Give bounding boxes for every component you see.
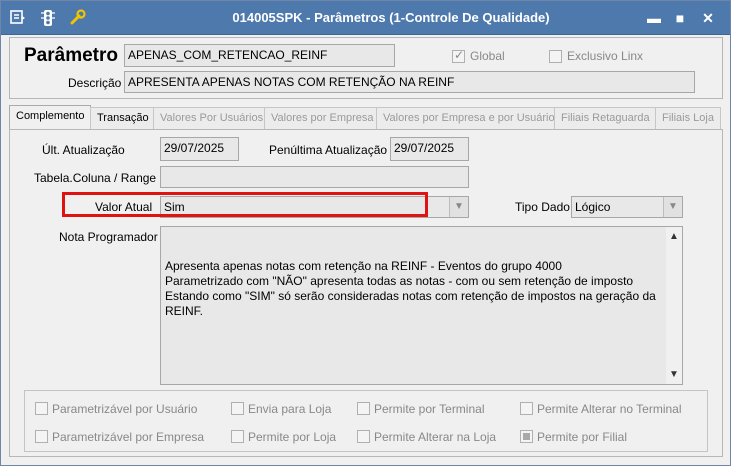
permite-alterar-terminal-checkbox[interactable] — [520, 402, 533, 415]
tabela-coluna-field[interactable] — [160, 166, 469, 188]
permite-alterar-loja-checkbox[interactable] — [357, 430, 370, 443]
wrench-icon[interactable] — [69, 9, 87, 27]
highlight-box — [62, 192, 428, 217]
scroll-up-icon[interactable]: ▲ — [669, 229, 679, 244]
tab-filiais-loja[interactable]: Filiais Loja — [655, 107, 721, 129]
minimize-button[interactable]: ▬ — [643, 8, 665, 28]
chevron-down-icon[interactable]: ▼ — [449, 197, 468, 217]
permite-por-filial-checkbox[interactable] — [520, 430, 533, 443]
filled-indicator-icon — [523, 433, 530, 440]
maximize-button[interactable]: ■ — [669, 8, 691, 28]
tipo-dado-value: Lógico — [575, 200, 611, 214]
global-label: Global — [470, 49, 505, 63]
nota-programador-textarea[interactable]: Apresenta apenas notas com retenção na R… — [160, 226, 683, 385]
parametro-field[interactable]: APENAS_COM_RETENCAO_REINF — [124, 44, 395, 67]
exclusivo-linx-checkbox[interactable] — [549, 50, 562, 63]
tipo-dado-select[interactable]: Lógico ▼ — [571, 196, 683, 218]
parametrizavel-empresa-checkbox[interactable] — [35, 430, 48, 443]
tab-filiais-retaguarda[interactable]: Filiais Retaguarda — [554, 107, 657, 129]
title-bar: 014005SPK - Parâmetros (1-Controle De Qu… — [1, 1, 730, 35]
permite-por-terminal-label: Permite por Terminal — [374, 402, 485, 416]
nota-programador-label: Nota Programador — [59, 230, 158, 244]
traffic-light-icon[interactable] — [39, 9, 57, 27]
ult-atualizacao-field[interactable]: 29/07/2025 — [160, 137, 239, 161]
descricao-field[interactable]: APRESENTA APENAS NOTAS COM RETENÇÃO NA R… — [124, 71, 695, 93]
parametrizavel-empresa-label: Parametrizável por Empresa — [52, 430, 205, 444]
nota-programador-text: Apresenta apenas notas com retenção na R… — [165, 259, 656, 318]
checkmark-icon: ✓ — [454, 48, 465, 62]
tab-valores-por-empresa[interactable]: Valores por Empresa — [264, 107, 381, 129]
menu-icon[interactable] — [9, 9, 27, 27]
tab-valores-empresa-usuario[interactable]: Valores por Empresa e por Usuário — [376, 107, 562, 129]
penultima-atualizacao-label: Penúltima Atualização — [269, 143, 388, 157]
tabela-coluna-label: Tabela.Coluna / Range — [34, 171, 157, 185]
ult-atualizacao-label: Últ. Atualização — [42, 143, 125, 157]
permite-por-filial-label: Permite por Filial — [537, 430, 628, 444]
descricao-label: Descrição — [68, 76, 122, 90]
window-title: 014005SPK - Parâmetros (1-Controle De Qu… — [232, 10, 550, 25]
permite-por-terminal-checkbox[interactable] — [357, 402, 370, 415]
parametros-window: 014005SPK - Parâmetros (1-Controle De Qu… — [0, 0, 731, 466]
parametrizavel-usuario-checkbox[interactable] — [35, 402, 48, 415]
penultima-atualizacao-field[interactable]: 29/07/2025 — [390, 137, 469, 161]
permite-por-loja-label: Permite por Loja — [248, 430, 337, 444]
parametrizavel-usuario-label: Parametrizável por Usuário — [52, 402, 198, 416]
tab-valores-por-usuarios[interactable]: Valores Por Usuários — [153, 107, 271, 129]
permite-por-loja-checkbox[interactable] — [231, 430, 244, 443]
tab-transacao[interactable]: Transação — [90, 107, 156, 129]
close-button[interactable]: ✕ — [697, 8, 719, 28]
exclusivo-linx-label: Exclusivo Linx — [567, 49, 644, 63]
envia-para-loja-checkbox[interactable] — [231, 402, 244, 415]
parameter-header: Parâmetro APENAS_COM_RETENCAO_REINF ✓ Gl… — [9, 37, 723, 99]
envia-para-loja-label: Envia para Loja — [248, 402, 332, 416]
vertical-scrollbar[interactable]: ▲ ▼ — [666, 227, 682, 384]
tab-complemento[interactable]: Complemento — [9, 105, 92, 129]
permite-alterar-loja-label: Permite Alterar na Loja — [374, 430, 497, 444]
scroll-down-icon[interactable]: ▼ — [669, 367, 679, 382]
chevron-down-icon[interactable]: ▼ — [663, 197, 682, 217]
parametro-label: Parâmetro — [24, 45, 118, 66]
global-checkbox[interactable]: ✓ — [452, 48, 465, 63]
tipo-dado-label: Tipo Dado — [515, 200, 570, 214]
permite-alterar-terminal-label: Permite Alterar no Terminal — [537, 402, 682, 416]
